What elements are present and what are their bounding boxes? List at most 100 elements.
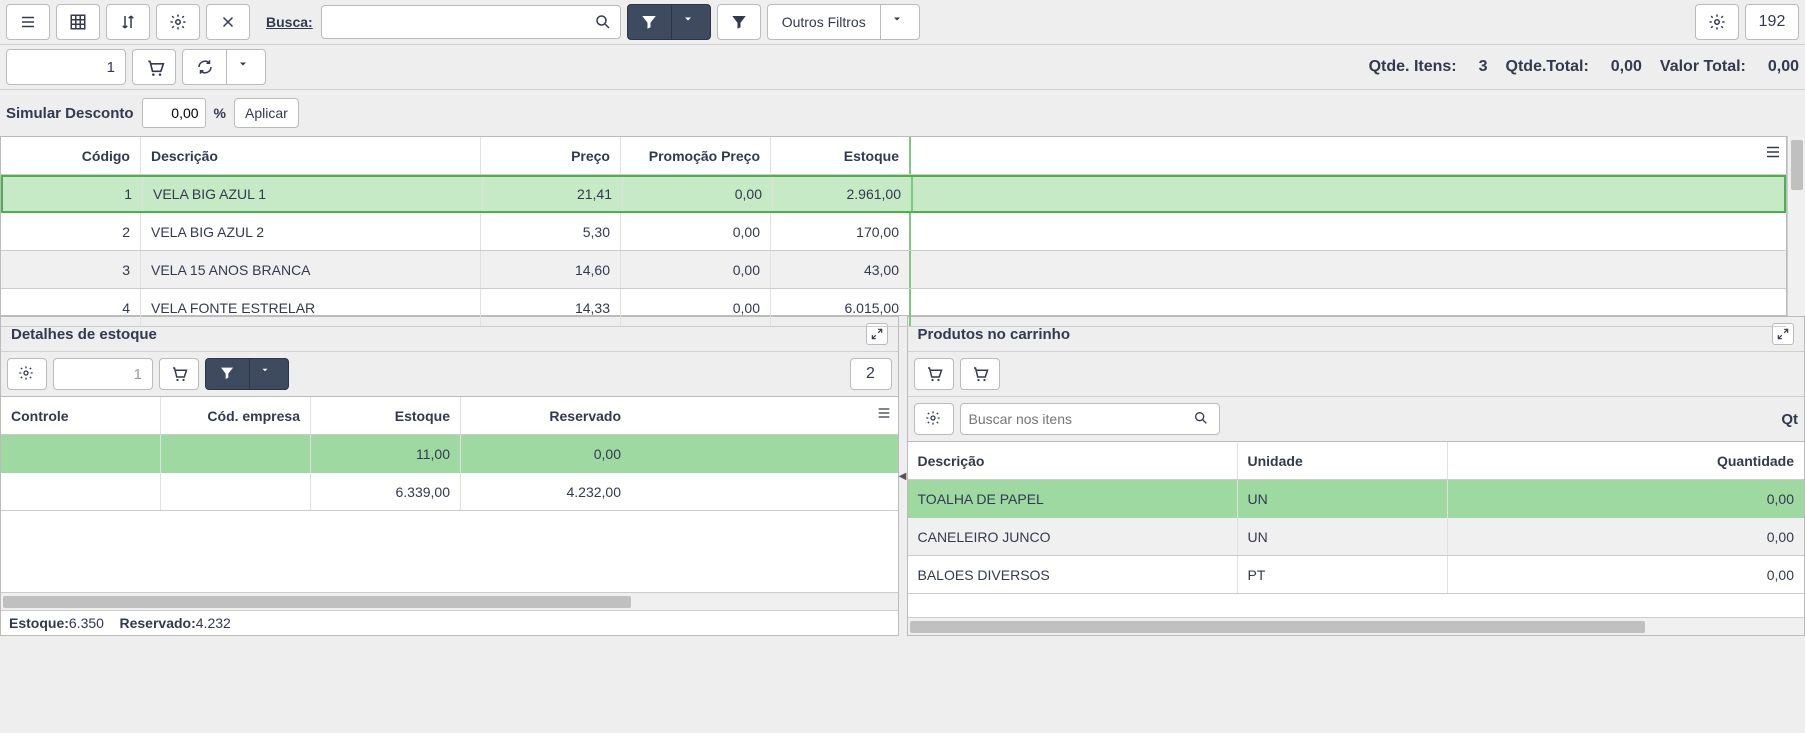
active-filter-split — [627, 4, 711, 40]
tools-button[interactable] — [206, 4, 250, 40]
tools-icon — [219, 13, 237, 31]
chevron-down-icon — [682, 13, 700, 31]
table-row[interactable]: 4VELA FONTE ESTRELAR14,330,006.015,00 — [1, 289, 1786, 327]
stock-count-badge: 2 — [850, 358, 892, 390]
col-descricao[interactable]: Descrição — [141, 137, 481, 174]
other-filters-split: Outros Filtros — [767, 4, 920, 40]
cell-preco: 14,33 — [481, 289, 621, 326]
search-input[interactable] — [330, 14, 594, 30]
simulate-label: Simular Desconto — [6, 105, 134, 122]
stock-grid-menu-icon[interactable] — [876, 405, 892, 421]
cell-descricao: TOALHA DE PAPEL — [908, 480, 1238, 518]
active-filter-dropdown[interactable] — [671, 4, 711, 40]
grid-menu-icon[interactable] — [1764, 143, 1782, 161]
cell-controle — [1, 435, 161, 473]
gear-icon — [925, 410, 943, 428]
sort-icon — [119, 13, 137, 31]
cart-action-1-button[interactable] — [914, 358, 954, 390]
cart-panel: Produtos no carrinho — [907, 316, 1805, 636]
col-promo[interactable]: Promoção Preço — [621, 137, 771, 174]
search-icon[interactable] — [1193, 410, 1211, 428]
col-estoque[interactable]: Estoque — [771, 137, 911, 174]
table-row[interactable]: BALOES DIVERSOSPT0,00 — [908, 556, 1805, 594]
refresh-icon — [196, 58, 214, 76]
qtde-itens-value: 3 — [1479, 58, 1488, 76]
percent-label: % — [214, 105, 226, 121]
totals-display: Qtde. Itens: 3 Qtde.Total: 0,00 Valor To… — [1369, 58, 1799, 76]
table-row[interactable]: 1VELA BIG AZUL 121,410,002.961,00 — [1, 175, 1786, 213]
filter-button[interactable] — [717, 4, 761, 40]
search-group: Busca: — [256, 5, 621, 39]
table-row[interactable]: 11,000,00 — [1, 435, 898, 473]
gear-icon — [18, 365, 36, 383]
table-row[interactable]: TOALHA DE PAPELUN0,00 — [908, 480, 1805, 518]
col-cart-unidade[interactable]: Unidade — [1238, 442, 1448, 479]
other-filters-dropdown[interactable] — [880, 4, 920, 40]
table-row[interactable]: CANELEIRO JUNCOUN0,00 — [908, 518, 1805, 556]
add-to-cart-button[interactable] — [132, 49, 176, 85]
col-cart-quantidade[interactable]: Quantidade — [1448, 442, 1805, 479]
discount-input[interactable] — [142, 98, 206, 128]
cell-quantidade: 0,00 — [1448, 480, 1805, 518]
cart-hscrollbar[interactable] — [908, 617, 1805, 635]
cell-estoque: 6.339,00 — [311, 473, 461, 510]
main-vscrollbar[interactable] — [1787, 136, 1805, 316]
cart-action-2-button[interactable] — [960, 358, 1000, 390]
col-estoque2[interactable]: Estoque — [311, 397, 461, 434]
col-preco[interactable]: Preço — [481, 137, 621, 174]
grid-view-button[interactable] — [56, 4, 100, 40]
active-filter-button[interactable] — [627, 4, 671, 40]
stock-panel-title: Detalhes de estoque — [11, 326, 157, 343]
cell-codigo: 4 — [1, 289, 141, 326]
quantity-input[interactable] — [6, 49, 126, 85]
cart-search-wrapper — [960, 403, 1220, 435]
gear-icon — [1708, 13, 1726, 31]
apply-label: Aplicar — [245, 105, 288, 121]
cart-settings-button[interactable] — [914, 403, 954, 435]
cell-estoque: 2.961,00 — [773, 177, 913, 211]
other-filters-button[interactable]: Outros Filtros — [767, 4, 880, 40]
qtde-total-label: Qtde.Total: — [1506, 58, 1589, 76]
search-icon[interactable] — [594, 13, 612, 31]
table-row[interactable]: 6.339,004.232,00 — [1, 473, 898, 511]
stock-settings-button[interactable] — [7, 358, 47, 390]
apply-button[interactable]: Aplicar — [234, 98, 299, 128]
table-row[interactable]: 2VELA BIG AZUL 25,300,00170,00 — [1, 213, 1786, 251]
col-controle[interactable]: Controle — [1, 397, 161, 434]
cell-codigo: 3 — [1, 251, 141, 288]
stock-qty-input[interactable] — [53, 358, 153, 390]
sort-button[interactable] — [106, 4, 150, 40]
stock-filter-button[interactable] — [205, 358, 249, 390]
col-cart-descricao[interactable]: Descrição — [908, 442, 1238, 479]
refresh-button[interactable] — [182, 49, 226, 85]
cell-promo: 0,00 — [621, 251, 771, 288]
table-row[interactable]: 3VELA 15 ANOS BRANCA14,600,0043,00 — [1, 251, 1786, 289]
cart-search-input[interactable] — [969, 411, 1193, 427]
stock-filter-dropdown[interactable] — [249, 358, 289, 390]
col-cod-empresa[interactable]: Cód. empresa — [161, 397, 311, 434]
cell-codigo: 2 — [1, 213, 141, 250]
search-label: Busca: — [266, 14, 313, 30]
cart-grid[interactable]: Descrição Unidade Quantidade TOALHA DE P… — [908, 441, 1805, 635]
panel-splitter[interactable] — [899, 316, 907, 636]
cart-icon — [170, 365, 188, 383]
products-grid[interactable]: Código Descrição Preço Promoção Preço Es… — [0, 136, 1787, 316]
col-reservado[interactable]: Reservado — [461, 397, 631, 434]
search-input-wrapper — [321, 5, 621, 39]
col-codigo[interactable]: Código — [1, 137, 141, 174]
stock-details-panel: Detalhes de estoque — [0, 316, 899, 636]
stock-grid[interactable]: Controle Cód. empresa Estoque Reservado … — [1, 396, 898, 610]
stock-hscrollbar[interactable] — [1, 592, 898, 610]
qt-truncated-label: Qt — [1781, 411, 1798, 428]
top-settings-button[interactable] — [1695, 4, 1739, 40]
table-icon — [69, 13, 87, 31]
stock-add-cart-button[interactable] — [159, 358, 199, 390]
cell-promo: 0,00 — [623, 177, 773, 211]
settings-button[interactable] — [156, 4, 200, 40]
refresh-dropdown[interactable] — [226, 49, 266, 85]
funnel-icon — [219, 365, 237, 383]
list-view-button[interactable] — [6, 4, 50, 40]
cell-unidade: UN — [1238, 480, 1448, 518]
other-filters-label: Outros Filtros — [782, 14, 866, 30]
bottom-panels: Detalhes de estoque — [0, 316, 1805, 636]
